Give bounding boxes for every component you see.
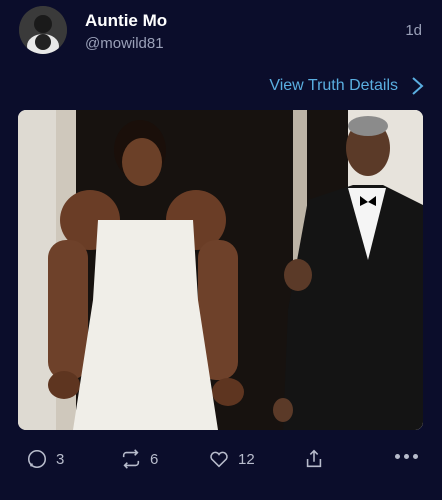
share-icon xyxy=(306,449,322,468)
view-details-link[interactable]: View Truth Details xyxy=(269,76,424,96)
retruth-count: 6 xyxy=(150,450,159,468)
like-button[interactable]: 12 xyxy=(208,448,255,470)
avatar[interactable] xyxy=(19,6,67,54)
chevron-right-icon xyxy=(412,77,424,95)
action-bar: 3 6 12 xyxy=(0,448,442,488)
more-options-icon[interactable] xyxy=(395,454,418,459)
post-image[interactable] xyxy=(18,110,423,430)
photo-illustration xyxy=(18,110,423,430)
reply-button[interactable]: 3 xyxy=(26,448,64,470)
repost-icon xyxy=(122,449,140,469)
retruth-button[interactable]: 6 xyxy=(120,448,158,470)
post-timestamp: 1d xyxy=(405,22,422,39)
avatar-image xyxy=(19,6,67,54)
comment-icon xyxy=(27,449,47,469)
author-name[interactable]: Auntie Mo xyxy=(85,11,167,31)
heart-icon xyxy=(210,451,228,468)
share-button[interactable] xyxy=(303,448,333,470)
author-handle[interactable]: @mowild81 xyxy=(85,35,164,52)
reply-count: 3 xyxy=(56,450,65,468)
view-details-label: View Truth Details xyxy=(269,77,398,94)
like-count: 12 xyxy=(238,450,255,468)
